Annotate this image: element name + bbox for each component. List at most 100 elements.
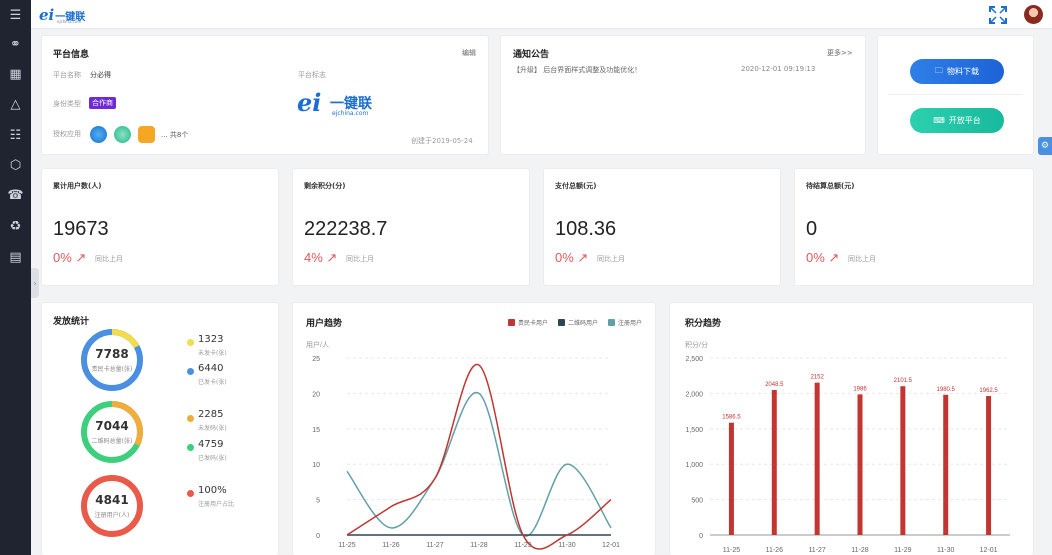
- share-icon[interactable]: ⚭: [6, 35, 25, 54]
- sidebar-toggle[interactable]: ›: [31, 268, 39, 298]
- hexagon-icon[interactable]: ⬡: [6, 156, 25, 175]
- fullscreen-icon[interactable]: [989, 6, 1007, 24]
- app-recycle-icon[interactable]: [114, 126, 131, 143]
- stat-percent: 0% ↗: [806, 250, 840, 265]
- created-date: 创建于2019-05-24: [411, 137, 473, 145]
- stat-percent: 0% ↗: [53, 250, 87, 265]
- avatar[interactable]: [1024, 5, 1043, 24]
- x-tick-label: 11-25: [723, 547, 740, 554]
- trend-up-icon: ↗: [828, 250, 840, 265]
- legend-label: 未发码(张): [198, 425, 227, 432]
- edit-link[interactable]: 编辑: [462, 48, 476, 58]
- legend-label: 已发卡(张): [198, 379, 227, 386]
- platform-name-value: 分必得: [90, 71, 111, 79]
- ring-label: 二维码总量(张): [91, 438, 133, 445]
- x-tick-label: 12-01: [602, 542, 620, 549]
- app-calc-icon[interactable]: [138, 126, 155, 143]
- platform-logo-image: ei 一键联 ejchina.com: [297, 88, 377, 118]
- y-tick-label: 10: [312, 462, 320, 469]
- data-label: 2152: [810, 375, 824, 381]
- phone-icon[interactable]: ☎: [6, 186, 25, 205]
- legend-label: 已发码(张): [198, 455, 227, 462]
- y-tick-label: 5: [316, 498, 320, 505]
- issue-stats-card: 发放统计 7788 贵民卡总量(张) 7044 二维码总量(张) 4841 注册…: [41, 302, 279, 555]
- logo[interactable]: ei 一键联 ejchina.com: [39, 6, 85, 24]
- issue-stats-title: 发放统计: [53, 317, 90, 327]
- x-tick-label: 11-26: [382, 542, 399, 549]
- triangle-icon[interactable]: △: [6, 95, 25, 114]
- legend-value: 2285: [198, 409, 224, 420]
- platform-info-card: 平台信息 编辑 平台名称 分必得 身份类型 合作商 授权应用 ... 共8个 平…: [41, 35, 489, 155]
- code-icon: ⌨: [933, 116, 945, 125]
- stat-percent: 4% ↗: [304, 250, 338, 265]
- stat-compare: 同比上月: [848, 255, 876, 263]
- top-bar: ei 一键联 ejchina.com: [31, 0, 1052, 29]
- settings-gear-icon[interactable]: ⚙: [1038, 137, 1052, 155]
- stat-card-points: 剩余积分(分) 222238.7 4% ↗ 同比上月: [292, 168, 530, 286]
- apps-label: 授权应用: [53, 130, 81, 138]
- legend-dot: [187, 415, 194, 422]
- document-icon[interactable]: ▤: [6, 248, 25, 267]
- legend-value: 4759: [198, 439, 224, 450]
- notice-card: 通知公告 更多>> 【升级】 后台界面样式调整及功能优化！ 2020-12-01…: [500, 35, 866, 155]
- open-label: 开放平台: [948, 116, 981, 125]
- list-icon[interactable]: ☷: [6, 126, 25, 145]
- y-tick-label: 500: [691, 498, 703, 505]
- data-label: 2048.5: [765, 382, 784, 388]
- stat-title: 待结算总额(元): [806, 182, 855, 190]
- stat-compare: 同比上月: [597, 255, 625, 263]
- platform-logo-label: 平台标志: [298, 71, 326, 79]
- x-tick-label: 11-27: [808, 547, 825, 554]
- x-tick-label: 11-28: [851, 547, 868, 554]
- y-tick-label: 0: [316, 533, 320, 540]
- stat-value: 222238.7: [304, 218, 388, 240]
- y-tick-label: 20: [312, 391, 320, 398]
- legend-value: 100%: [198, 485, 227, 496]
- ring-number: 4841: [95, 493, 129, 507]
- menu-icon[interactable]: ☰: [6, 6, 25, 25]
- open-platform-button[interactable]: ⌨ 开放平台: [910, 108, 1004, 133]
- legend-label: 贵民卡用户: [518, 319, 548, 327]
- folder-icon: 🗀: [935, 65, 943, 75]
- bar: [771, 389, 777, 535]
- recycle-icon[interactable]: ♻: [6, 217, 25, 236]
- download-button[interactable]: 🗀 物料下载: [910, 59, 1004, 84]
- platform-info-title: 平台信息: [53, 50, 90, 60]
- trend-up-icon: ↗: [326, 250, 338, 265]
- trend-up-icon: ↗: [577, 250, 589, 265]
- x-tick-label: 11-25: [338, 542, 355, 549]
- legend-dot: [187, 368, 194, 375]
- data-label: 2101.5: [894, 378, 913, 384]
- legend-swatch: [508, 319, 515, 326]
- x-tick-label: 11-28: [470, 542, 487, 549]
- apps-more[interactable]: ... 共8个: [161, 130, 188, 140]
- ring-label: 贵民卡总量(张): [91, 366, 133, 373]
- stat-compare: 同比上月: [95, 255, 123, 263]
- data-label: 1980.5: [937, 387, 956, 393]
- app-globe-icon[interactable]: [90, 126, 107, 143]
- building-icon[interactable]: ▦: [6, 65, 25, 84]
- bar: [986, 396, 992, 535]
- y-tick-label: 15: [312, 427, 320, 434]
- platform-logo-sub: ejchina.com: [332, 110, 369, 117]
- data-label: 1962.5: [979, 388, 998, 394]
- stat-card-users: 累计用户数(人) 19673 0% ↗ 同比上月: [41, 168, 279, 286]
- bar: [728, 422, 734, 535]
- platform-name-label: 平台名称: [53, 71, 81, 79]
- points-trend-card: 积分趋势 积分/分 0 500 1,000 1,500 2,000 2,500 11-25 15…: [669, 302, 1034, 555]
- y-axis-label: 积分/分: [685, 340, 708, 349]
- series-line: [346, 363, 612, 550]
- legend-swatch: [608, 319, 615, 326]
- identity-label: 身份类型: [53, 100, 81, 108]
- ring-number: 7044: [95, 419, 129, 433]
- x-tick-label: 11-30: [558, 542, 575, 549]
- bar: [943, 394, 949, 535]
- data-label: 1586.5: [722, 415, 741, 421]
- divider: [888, 94, 1022, 95]
- notice-more-link[interactable]: 更多>>: [827, 48, 853, 58]
- notice-item-text[interactable]: 【升级】 后台界面样式调整及功能优化！: [513, 65, 641, 75]
- ring-number: 7788: [95, 347, 129, 361]
- x-tick-label: 11-30: [937, 547, 954, 554]
- stat-title: 支付总额(元): [555, 182, 597, 190]
- bar: [900, 386, 906, 535]
